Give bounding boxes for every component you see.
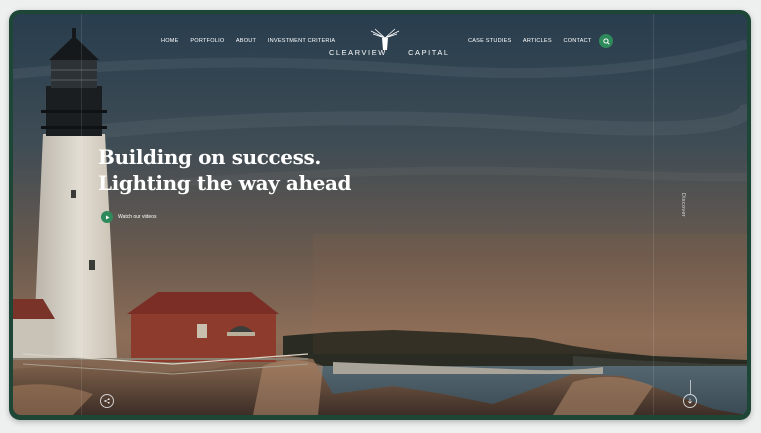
play-button[interactable] — [101, 211, 113, 223]
hero-headline-line-1: Building on success. — [98, 145, 321, 169]
nav-investment-criteria[interactable]: INVESTMENT CRITERIA — [268, 38, 335, 44]
discover-label[interactable]: Discover — [680, 185, 686, 225]
primary-nav-left: HOME PORTFOLIO ABOUT INVESTMENT CRITERIA — [161, 38, 345, 44]
brand-name-right: CAPITAL — [408, 48, 450, 57]
scroll-line — [690, 380, 691, 394]
arrow-down-icon — [687, 398, 693, 404]
play-icon — [105, 215, 109, 219]
share-button[interactable] — [100, 394, 114, 408]
primary-nav-right: CASE STUDIES ARTICLES CONTACT — [468, 38, 602, 44]
brand-name-left: CLEARVIEW — [329, 48, 387, 57]
grid-line — [81, 14, 82, 415]
nav-home[interactable]: HOME — [161, 38, 179, 44]
search-icon — [602, 37, 610, 45]
brand-logo[interactable]: CLEARVIEW CAPITAL — [329, 28, 448, 58]
watch-videos-label: Watch our videos — [118, 214, 157, 220]
watch-videos-button[interactable]: Watch our videos — [101, 211, 156, 223]
search-button[interactable] — [599, 34, 613, 48]
lighthouse-beam-logo-icon — [370, 28, 400, 50]
scroll-down-button[interactable] — [683, 394, 697, 408]
brand-wordmark: CLEARVIEW CAPITAL — [329, 48, 448, 57]
browser-frame: HOME PORTFOLIO ABOUT INVESTMENT CRITERIA… — [9, 10, 751, 420]
grid-line — [653, 14, 654, 415]
hero-headline: Building on success. Lighting the way ah… — [98, 144, 352, 196]
nav-about[interactable]: ABOUT — [236, 38, 256, 44]
nav-case-studies[interactable]: CASE STUDIES — [468, 38, 511, 44]
nav-articles[interactable]: ARTICLES — [523, 38, 552, 44]
nav-portfolio[interactable]: PORTFOLIO — [190, 38, 224, 44]
share-icon — [104, 398, 110, 404]
hero-headline-line-2: Lighting the way ahead — [98, 171, 352, 195]
nav-contact[interactable]: CONTACT — [564, 38, 592, 44]
hero-section: HOME PORTFOLIO ABOUT INVESTMENT CRITERIA… — [13, 14, 747, 415]
